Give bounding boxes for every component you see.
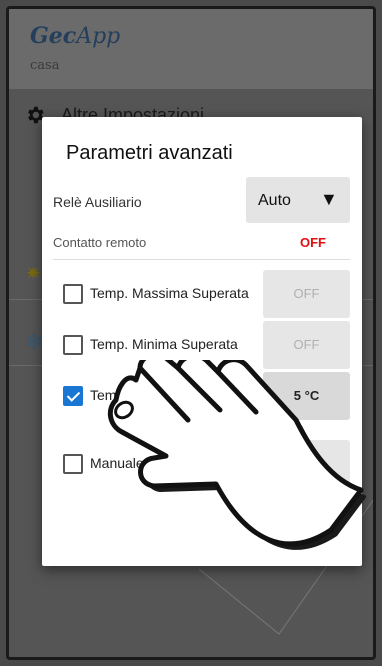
row-temp-massima: Temp. Massima Superata OFF	[53, 270, 350, 318]
brand-part-app: App	[76, 24, 121, 49]
app-subtitle: casa	[30, 58, 60, 73]
dialog-title: Parametri avanzati	[66, 142, 233, 164]
row-label: Temp. Minima Superata	[90, 336, 238, 352]
checkbox-manuale[interactable]	[63, 454, 83, 474]
checkbox-temp-minima[interactable]	[63, 335, 83, 355]
contatto-value: OFF	[300, 235, 326, 250]
sun-icon: ✷	[25, 263, 42, 285]
temp-massima-button[interactable]: OFF	[263, 270, 350, 318]
snowflake-icon: ❄	[25, 329, 44, 354]
pointing-hand-icon	[107, 360, 366, 550]
dropdown-arrow-icon: ▼	[320, 189, 338, 209]
checkbox-temp-antigelo[interactable]	[63, 386, 83, 406]
checkbox-temp-massima[interactable]	[63, 284, 83, 304]
divider	[53, 259, 350, 260]
contatto-label: Contatto remoto	[53, 235, 147, 250]
relay-label: Relè Ausiliario	[53, 194, 142, 210]
relay-value: Auto	[258, 192, 291, 209]
app-brand: GecApp	[30, 23, 120, 49]
relay-dropdown[interactable]: Auto ▼	[246, 177, 350, 223]
brand-part-gec: Gec	[30, 23, 77, 49]
row-label: Temp. Massima Superata	[90, 285, 249, 301]
app-bar: GecApp casa	[9, 9, 373, 89]
